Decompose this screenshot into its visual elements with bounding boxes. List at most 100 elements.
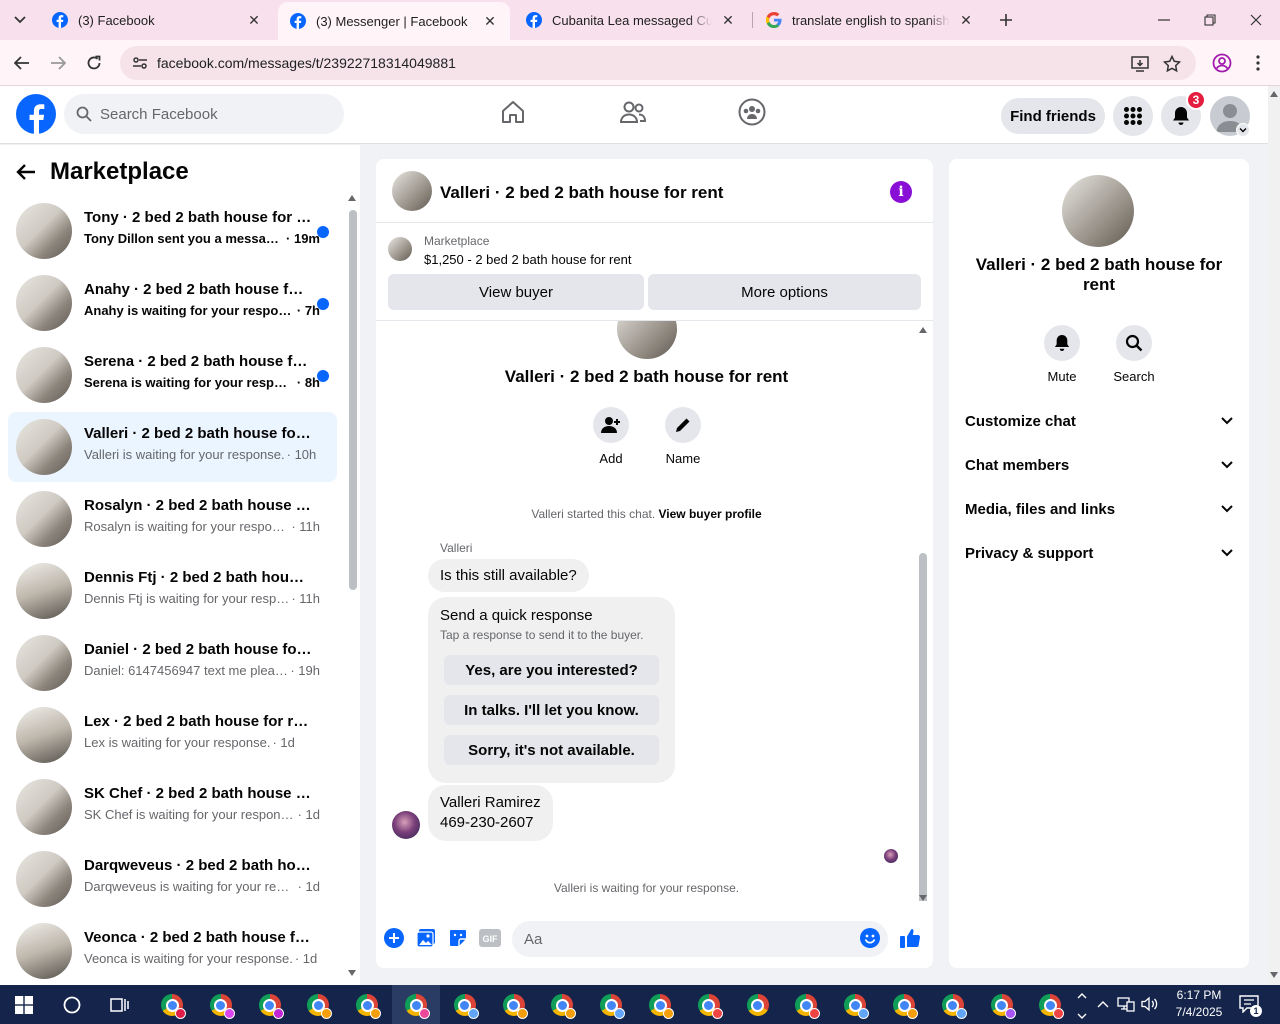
conversation-item[interactable]: Valleri · 2 bed 2 bath house for rent Val… bbox=[8, 412, 337, 482]
taskbar-clock[interactable]: 6:17 PM 7/4/2025 bbox=[1164, 987, 1234, 1021]
quick-response-in-talks-button[interactable]: In talks. I'll let you know. bbox=[444, 695, 659, 725]
chrome-taskbar-icon[interactable] bbox=[402, 991, 430, 1019]
chrome-taskbar-icon[interactable] bbox=[548, 991, 577, 1019]
chrome-taskbar-icon[interactable] bbox=[988, 991, 1016, 1019]
scroll-down-icon[interactable] bbox=[919, 895, 927, 901]
back-icon[interactable] bbox=[10, 51, 34, 75]
conversation-item[interactable]: Anahy · 2 bed 2 bath house for rent Anahy… bbox=[8, 268, 337, 338]
media-files-links-section[interactable]: Media, files and links bbox=[965, 489, 1233, 529]
chrome-taskbar-icon[interactable] bbox=[792, 991, 821, 1019]
chrome-taskbar-icon[interactable] bbox=[890, 991, 918, 1019]
back-arrow-icon[interactable] bbox=[16, 163, 36, 181]
customize-chat-section[interactable]: Customize chat bbox=[965, 401, 1233, 441]
find-friends-button[interactable]: Find friends bbox=[1001, 98, 1105, 134]
window-close-icon[interactable] bbox=[1246, 10, 1266, 30]
chrome-taskbar-icon[interactable] bbox=[256, 991, 284, 1019]
chrome-taskbar-icon[interactable] bbox=[695, 991, 723, 1019]
menu-grid-icon[interactable] bbox=[1113, 96, 1153, 136]
chrome-taskbar-icon[interactable] bbox=[353, 991, 382, 1019]
network-icon[interactable] bbox=[1117, 995, 1135, 1013]
scroll-up-icon[interactable] bbox=[348, 195, 356, 201]
listing-thumbnail[interactable] bbox=[388, 237, 412, 261]
chat-title[interactable]: Valleri · 2 bed 2 bath house for rent bbox=[440, 183, 723, 203]
tray-scroll-down-icon[interactable] bbox=[1073, 1007, 1091, 1024]
info-avatar[interactable] bbox=[1062, 175, 1134, 247]
chrome-taskbar-icon[interactable] bbox=[646, 991, 674, 1019]
search-action[interactable]: Search bbox=[1104, 325, 1164, 384]
mute-action[interactable]: Mute bbox=[1032, 325, 1092, 384]
quick-response-not-available-button[interactable]: Sorry, it's not available. bbox=[444, 735, 659, 765]
volume-icon[interactable] bbox=[1141, 995, 1159, 1013]
sidebar-scroll-thumb[interactable] bbox=[349, 210, 357, 590]
conversation-item[interactable]: Serena · 2 bed 2 bath house for rent Sere… bbox=[8, 340, 337, 410]
plus-circle-icon[interactable] bbox=[382, 926, 406, 950]
emoji-icon[interactable] bbox=[858, 926, 882, 950]
task-view-icon[interactable] bbox=[106, 991, 134, 1019]
close-tab-icon[interactable]: ✕ bbox=[720, 12, 736, 28]
groups-icon[interactable] bbox=[738, 98, 766, 126]
forward-icon[interactable] bbox=[46, 51, 70, 75]
home-icon[interactable] bbox=[499, 98, 527, 126]
bell-icon[interactable] bbox=[1044, 325, 1080, 361]
conversation-item[interactable]: Dennis Ftj · 2 bed 2 bath house for rent… bbox=[8, 556, 337, 626]
reload-icon[interactable] bbox=[82, 51, 106, 75]
minimize-icon[interactable] bbox=[1154, 10, 1174, 30]
tab-search-dropdown-icon[interactable] bbox=[6, 8, 34, 32]
sticker-icon[interactable] bbox=[446, 926, 470, 950]
chat-avatar[interactable] bbox=[392, 171, 432, 211]
view-buyer-profile-link[interactable]: View buyer profile bbox=[659, 507, 762, 521]
pencil-icon[interactable] bbox=[665, 407, 701, 443]
close-tab-icon[interactable]: ✕ bbox=[246, 12, 262, 28]
scroll-down-icon[interactable] bbox=[1270, 972, 1278, 978]
chrome-taskbar-icon[interactable] bbox=[207, 991, 235, 1019]
conversation-item[interactable]: Veonca · 2 bed 2 bath house for rent Veon… bbox=[8, 916, 337, 986]
conversation-info-icon[interactable]: i bbox=[890, 181, 912, 203]
facebook-logo-icon[interactable] bbox=[16, 94, 56, 134]
conversation-item[interactable]: Tony · 2 bed 2 bath house for rent Tony D… bbox=[8, 196, 337, 266]
photo-icon[interactable] bbox=[414, 926, 438, 950]
page-scrollbar[interactable] bbox=[1268, 86, 1280, 985]
tab-facebook[interactable]: (3) Facebook ✕ bbox=[40, 4, 274, 36]
scroll-down-icon[interactable] bbox=[348, 970, 356, 976]
more-options-button[interactable]: More options bbox=[648, 274, 921, 310]
chrome-taskbar-icon[interactable] bbox=[841, 991, 870, 1019]
tab-cubanita[interactable]: Cubanita Lea messaged Cubanita ✕ bbox=[514, 4, 748, 36]
tab-messenger[interactable]: (3) Messenger | Facebook ✕ bbox=[278, 2, 510, 40]
bookmark-star-icon[interactable] bbox=[1162, 54, 1182, 74]
conversation-item[interactable]: SK Chef · 2 bed 2 bath house for rent SK … bbox=[8, 772, 337, 842]
quick-response-yes-button[interactable]: Yes, are you interested? bbox=[444, 655, 659, 685]
conversation-item[interactable]: Daniel · 2 bed 2 bath house for rent Dani… bbox=[8, 628, 337, 698]
chat-members-section[interactable]: Chat members bbox=[965, 445, 1233, 485]
windows-start-icon[interactable] bbox=[10, 991, 38, 1019]
install-app-icon[interactable] bbox=[1130, 54, 1150, 74]
show-hidden-icons-icon[interactable] bbox=[1094, 995, 1112, 1013]
restore-icon[interactable] bbox=[1200, 10, 1220, 30]
search-icon[interactable] bbox=[1116, 325, 1152, 361]
message-input[interactable] bbox=[512, 921, 888, 957]
friends-icon[interactable] bbox=[619, 98, 647, 126]
chrome-taskbar-icon[interactable] bbox=[304, 991, 333, 1019]
message-bubble-contact[interactable]: Valleri Ramirez 469-230-2607 bbox=[428, 785, 553, 841]
tray-scroll-up-icon[interactable] bbox=[1073, 987, 1091, 1005]
view-buyer-button[interactable]: View buyer bbox=[388, 274, 644, 310]
add-action[interactable]: Add bbox=[581, 407, 641, 466]
browser-menu-icon[interactable] bbox=[1246, 51, 1270, 75]
close-tab-icon[interactable]: ✕ bbox=[958, 12, 974, 28]
chrome-taskbar-icon[interactable] bbox=[744, 991, 772, 1019]
action-center-icon[interactable]: 1 bbox=[1238, 995, 1262, 1017]
like-thumbs-up-icon[interactable] bbox=[898, 926, 922, 950]
add-person-icon[interactable] bbox=[593, 407, 629, 443]
gif-icon[interactable]: GIF bbox=[478, 926, 502, 950]
conversation-item[interactable]: Rosalyn · 2 bed 2 bath house for rent Ros… bbox=[8, 484, 337, 554]
chrome-taskbar-icon[interactable] bbox=[939, 991, 967, 1019]
conversation-item[interactable]: Darqweveus · 2 bed 2 bath house for rent… bbox=[8, 844, 337, 914]
account-chevron-icon[interactable] bbox=[1236, 123, 1250, 137]
thread-scroll-thumb[interactable] bbox=[919, 553, 927, 901]
site-settings-icon[interactable] bbox=[132, 55, 148, 71]
tab-google-translate[interactable]: translate english to spanish - Google ✕ bbox=[754, 4, 986, 36]
chrome-taskbar-icon[interactable] bbox=[500, 991, 528, 1019]
address-bar[interactable]: facebook.com/messages/t/2392271831404988… bbox=[120, 46, 1196, 80]
new-tab-icon[interactable] bbox=[996, 10, 1016, 30]
scroll-up-icon[interactable] bbox=[919, 327, 927, 333]
facebook-search-input[interactable]: Search Facebook bbox=[64, 94, 344, 134]
